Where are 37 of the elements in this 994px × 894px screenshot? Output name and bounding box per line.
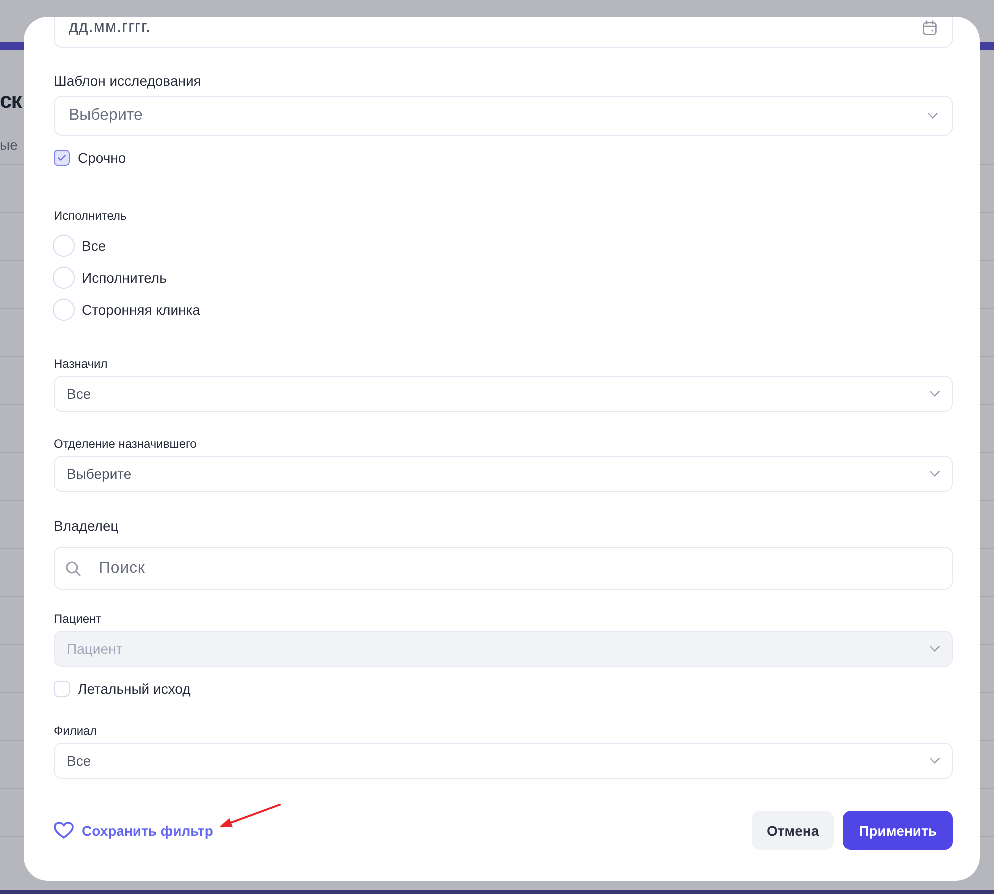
field-label: Филиал	[54, 723, 98, 739]
search-field[interactable]: Поиск	[54, 547, 953, 590]
calendar-icon[interactable]	[923, 20, 937, 36]
checkbox-label[interactable]: Срочно	[78, 150, 126, 166]
save-filter-link[interactable]: Сохранить фильтр	[54, 822, 214, 839]
apply-button[interactable]: Применить	[843, 811, 953, 850]
cancel-button[interactable]: Отмена	[752, 811, 834, 850]
chevron-down-icon	[930, 758, 940, 764]
page-tab[interactable]: ые	[0, 136, 18, 154]
checkbox-label[interactable]: Летальный исход	[78, 681, 191, 697]
field-label: Отделение назначившего	[54, 436, 198, 452]
radio-button[interactable]	[53, 267, 75, 289]
page-heading: ск	[0, 88, 22, 114]
heart-icon	[54, 822, 74, 839]
radio-button[interactable]	[53, 235, 75, 257]
check-icon	[58, 155, 66, 161]
chevron-down-icon	[930, 471, 940, 477]
radio-label[interactable]: Исполнитель	[82, 270, 167, 286]
field-label: Шаблон исследования	[54, 72, 202, 91]
field-label: Пациент	[54, 611, 103, 627]
radio-button[interactable]	[53, 299, 75, 321]
dropdown[interactable]: Все	[54, 376, 953, 412]
date-field[interactable]: дд.мм.гггг.	[54, 17, 953, 48]
search-icon	[66, 561, 81, 576]
radio-label[interactable]: Все	[82, 238, 106, 254]
dropdown[interactable]: Выберите	[54, 96, 953, 136]
dropdown[interactable]: Выберите	[54, 456, 953, 492]
checkbox[interactable]	[54, 150, 70, 166]
radio-label[interactable]: Сторонняя клинка	[82, 302, 200, 318]
chevron-down-icon	[928, 113, 938, 119]
dropdown[interactable]: Все	[54, 743, 953, 779]
chevron-down-icon	[930, 646, 940, 652]
annotation-arrow	[218, 803, 282, 830]
field-label: Исполнитель	[54, 208, 128, 224]
chevron-down-icon	[930, 391, 940, 397]
field-label: Назначил	[54, 356, 109, 372]
field-label: Владелец	[54, 517, 120, 536]
